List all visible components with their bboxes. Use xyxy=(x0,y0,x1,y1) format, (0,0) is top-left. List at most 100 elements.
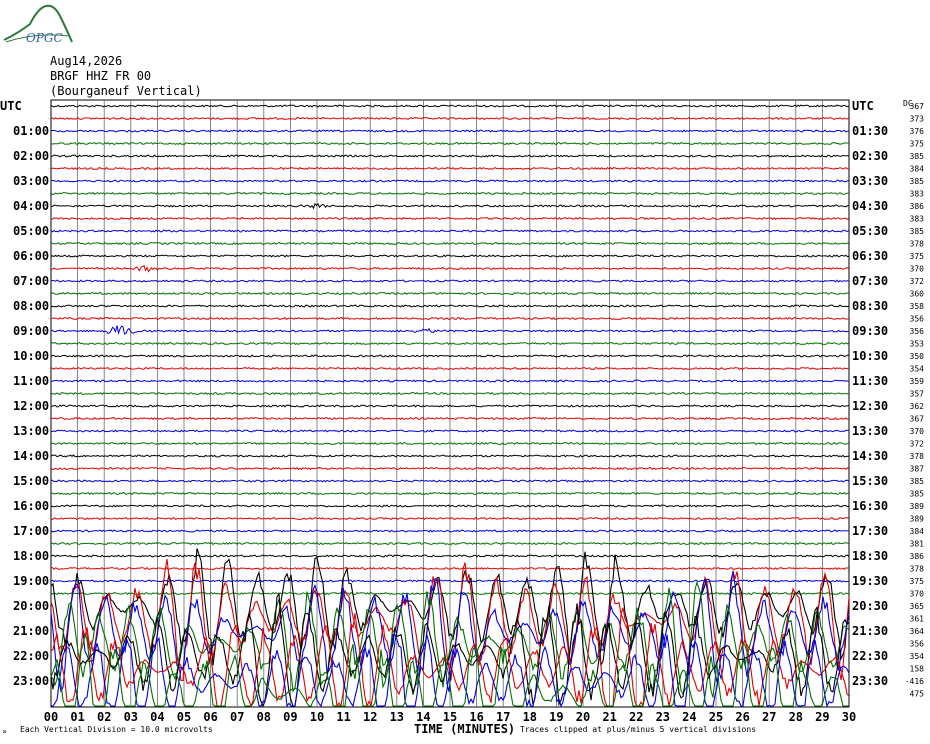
dc-offset-label: 356 xyxy=(910,327,925,336)
x-tick-label: 11 xyxy=(336,710,350,724)
dc-offset-label: 383 xyxy=(910,190,925,199)
x-tick-label: 27 xyxy=(762,710,776,724)
x-tick-label: 30 xyxy=(842,710,856,724)
dc-offset-label: 385 xyxy=(910,152,925,161)
right-hour-label: 01:30 xyxy=(852,124,888,138)
dc-offset-label: 372 xyxy=(910,440,925,449)
x-tick-label: 28 xyxy=(789,710,803,724)
dc-offset-label: -416 xyxy=(905,677,924,686)
left-hour-label: 02:00 xyxy=(13,149,49,163)
x-tick-label: 13 xyxy=(390,710,404,724)
dc-offset-label: 365 xyxy=(910,602,925,611)
dc-offset-label: 384 xyxy=(910,527,925,536)
left-hour-label: 19:00 xyxy=(13,574,49,588)
right-hour-label: 05:30 xyxy=(852,224,888,238)
right-hour-label: 09:30 xyxy=(852,324,888,338)
x-tick-label: 23 xyxy=(656,710,670,724)
left-hour-label: 06:00 xyxy=(13,249,49,263)
x-tick-label: 19 xyxy=(549,710,563,724)
left-hour-label: 03:00 xyxy=(13,174,49,188)
dc-offset-label: 360 xyxy=(910,290,925,299)
dc-offset-label: 367 xyxy=(910,415,925,424)
dc-offset-label: 354 xyxy=(910,365,925,374)
x-tick-label: 01 xyxy=(70,710,84,724)
footer-division-note: Each Vertical Division = 10.0 microvolts xyxy=(20,725,213,734)
x-tick-label: 06 xyxy=(203,710,217,724)
left-hour-label: 10:00 xyxy=(13,349,49,363)
left-hour-label: 17:00 xyxy=(13,524,49,538)
left-hour-label: 22:00 xyxy=(13,649,49,663)
footer-xlabel: TIME (MINUTES) xyxy=(414,722,516,736)
dc-offset-label: 378 xyxy=(910,565,925,574)
dc-offset-label: 359 xyxy=(910,377,925,386)
dc-offset-label: 385 xyxy=(910,477,925,486)
x-tick-label: 10 xyxy=(310,710,324,724)
dc-offset-label: 372 xyxy=(910,277,925,286)
x-tick-label: 02 xyxy=(97,710,111,724)
dc-offset-label: 356 xyxy=(910,315,925,324)
x-tick-label: 20 xyxy=(576,710,590,724)
x-tick-label: 04 xyxy=(150,710,164,724)
dc-column-title: DC xyxy=(903,99,913,108)
right-hour-label: 12:30 xyxy=(852,399,888,413)
dc-offset-label: 386 xyxy=(910,202,925,211)
left-hour-label: 01:00 xyxy=(13,124,49,138)
dc-offset-label: 385 xyxy=(910,490,925,499)
x-tick-label: 22 xyxy=(629,710,643,724)
dc-offset-label: 158 xyxy=(910,665,925,674)
right-hour-label: 04:30 xyxy=(852,199,888,213)
right-hour-label: 08:30 xyxy=(852,299,888,313)
x-tick-label: 00 xyxy=(44,710,58,724)
left-hour-label: 20:00 xyxy=(13,599,49,613)
x-tick-label: 08 xyxy=(257,710,271,724)
dc-offset-label: 375 xyxy=(910,140,925,149)
right-hour-label: 23:30 xyxy=(852,674,888,688)
x-tick-label: 05 xyxy=(177,710,191,724)
dc-offset-label: 356 xyxy=(910,640,925,649)
dc-offset-label: 387 xyxy=(910,465,925,474)
dc-offset-label: 375 xyxy=(910,252,925,261)
left-hour-label: 12:00 xyxy=(13,399,49,413)
footer-mark: » xyxy=(2,727,7,736)
dc-offset-label: 375 xyxy=(910,577,925,586)
left-hour-label: 13:00 xyxy=(13,424,49,438)
right-hour-label: 06:30 xyxy=(852,249,888,263)
left-hour-label: 08:00 xyxy=(13,299,49,313)
x-tick-label: 24 xyxy=(682,710,696,724)
dc-offset-label: 378 xyxy=(910,452,925,461)
x-tick-label: 21 xyxy=(602,710,616,724)
dc-offset-label: 381 xyxy=(910,540,925,549)
dc-offset-label: 364 xyxy=(910,627,925,636)
right-hour-label: 22:30 xyxy=(852,649,888,663)
x-tick-label: 18 xyxy=(523,710,537,724)
left-hour-label: 07:00 xyxy=(13,274,49,288)
dc-offset-label: 358 xyxy=(910,302,925,311)
left-hour-label: 18:00 xyxy=(13,549,49,563)
right-hour-label: 07:30 xyxy=(852,274,888,288)
dc-offset-label: 384 xyxy=(910,165,925,174)
x-tick-label: 07 xyxy=(230,710,244,724)
dc-offset-label: 353 xyxy=(910,340,925,349)
right-hour-label: 18:30 xyxy=(852,549,888,563)
right-hour-label: 10:30 xyxy=(852,349,888,363)
left-hour-label: UTC xyxy=(0,99,22,113)
dc-offset-label: 370 xyxy=(910,265,925,274)
dc-offset-label: 389 xyxy=(910,502,925,511)
right-hour-label: 15:30 xyxy=(852,474,888,488)
left-hour-label: 16:00 xyxy=(13,499,49,513)
x-tick-label: 29 xyxy=(815,710,829,724)
dc-offset-label: 370 xyxy=(910,590,925,599)
x-tick-label: 12 xyxy=(363,710,377,724)
dc-offset-label: 378 xyxy=(910,240,925,249)
left-hour-label: 04:00 xyxy=(13,199,49,213)
right-hour-label: 17:30 xyxy=(852,524,888,538)
left-hour-label: 05:00 xyxy=(13,224,49,238)
left-hour-label: 09:00 xyxy=(13,324,49,338)
dc-offset-label: 362 xyxy=(910,402,925,411)
dc-offset-label: 350 xyxy=(910,352,925,361)
right-hour-label: 14:30 xyxy=(852,449,888,463)
right-hour-label: UTC xyxy=(852,99,874,113)
right-hour-label: 13:30 xyxy=(852,424,888,438)
left-hour-label: 14:00 xyxy=(13,449,49,463)
right-hour-label: 03:30 xyxy=(852,174,888,188)
